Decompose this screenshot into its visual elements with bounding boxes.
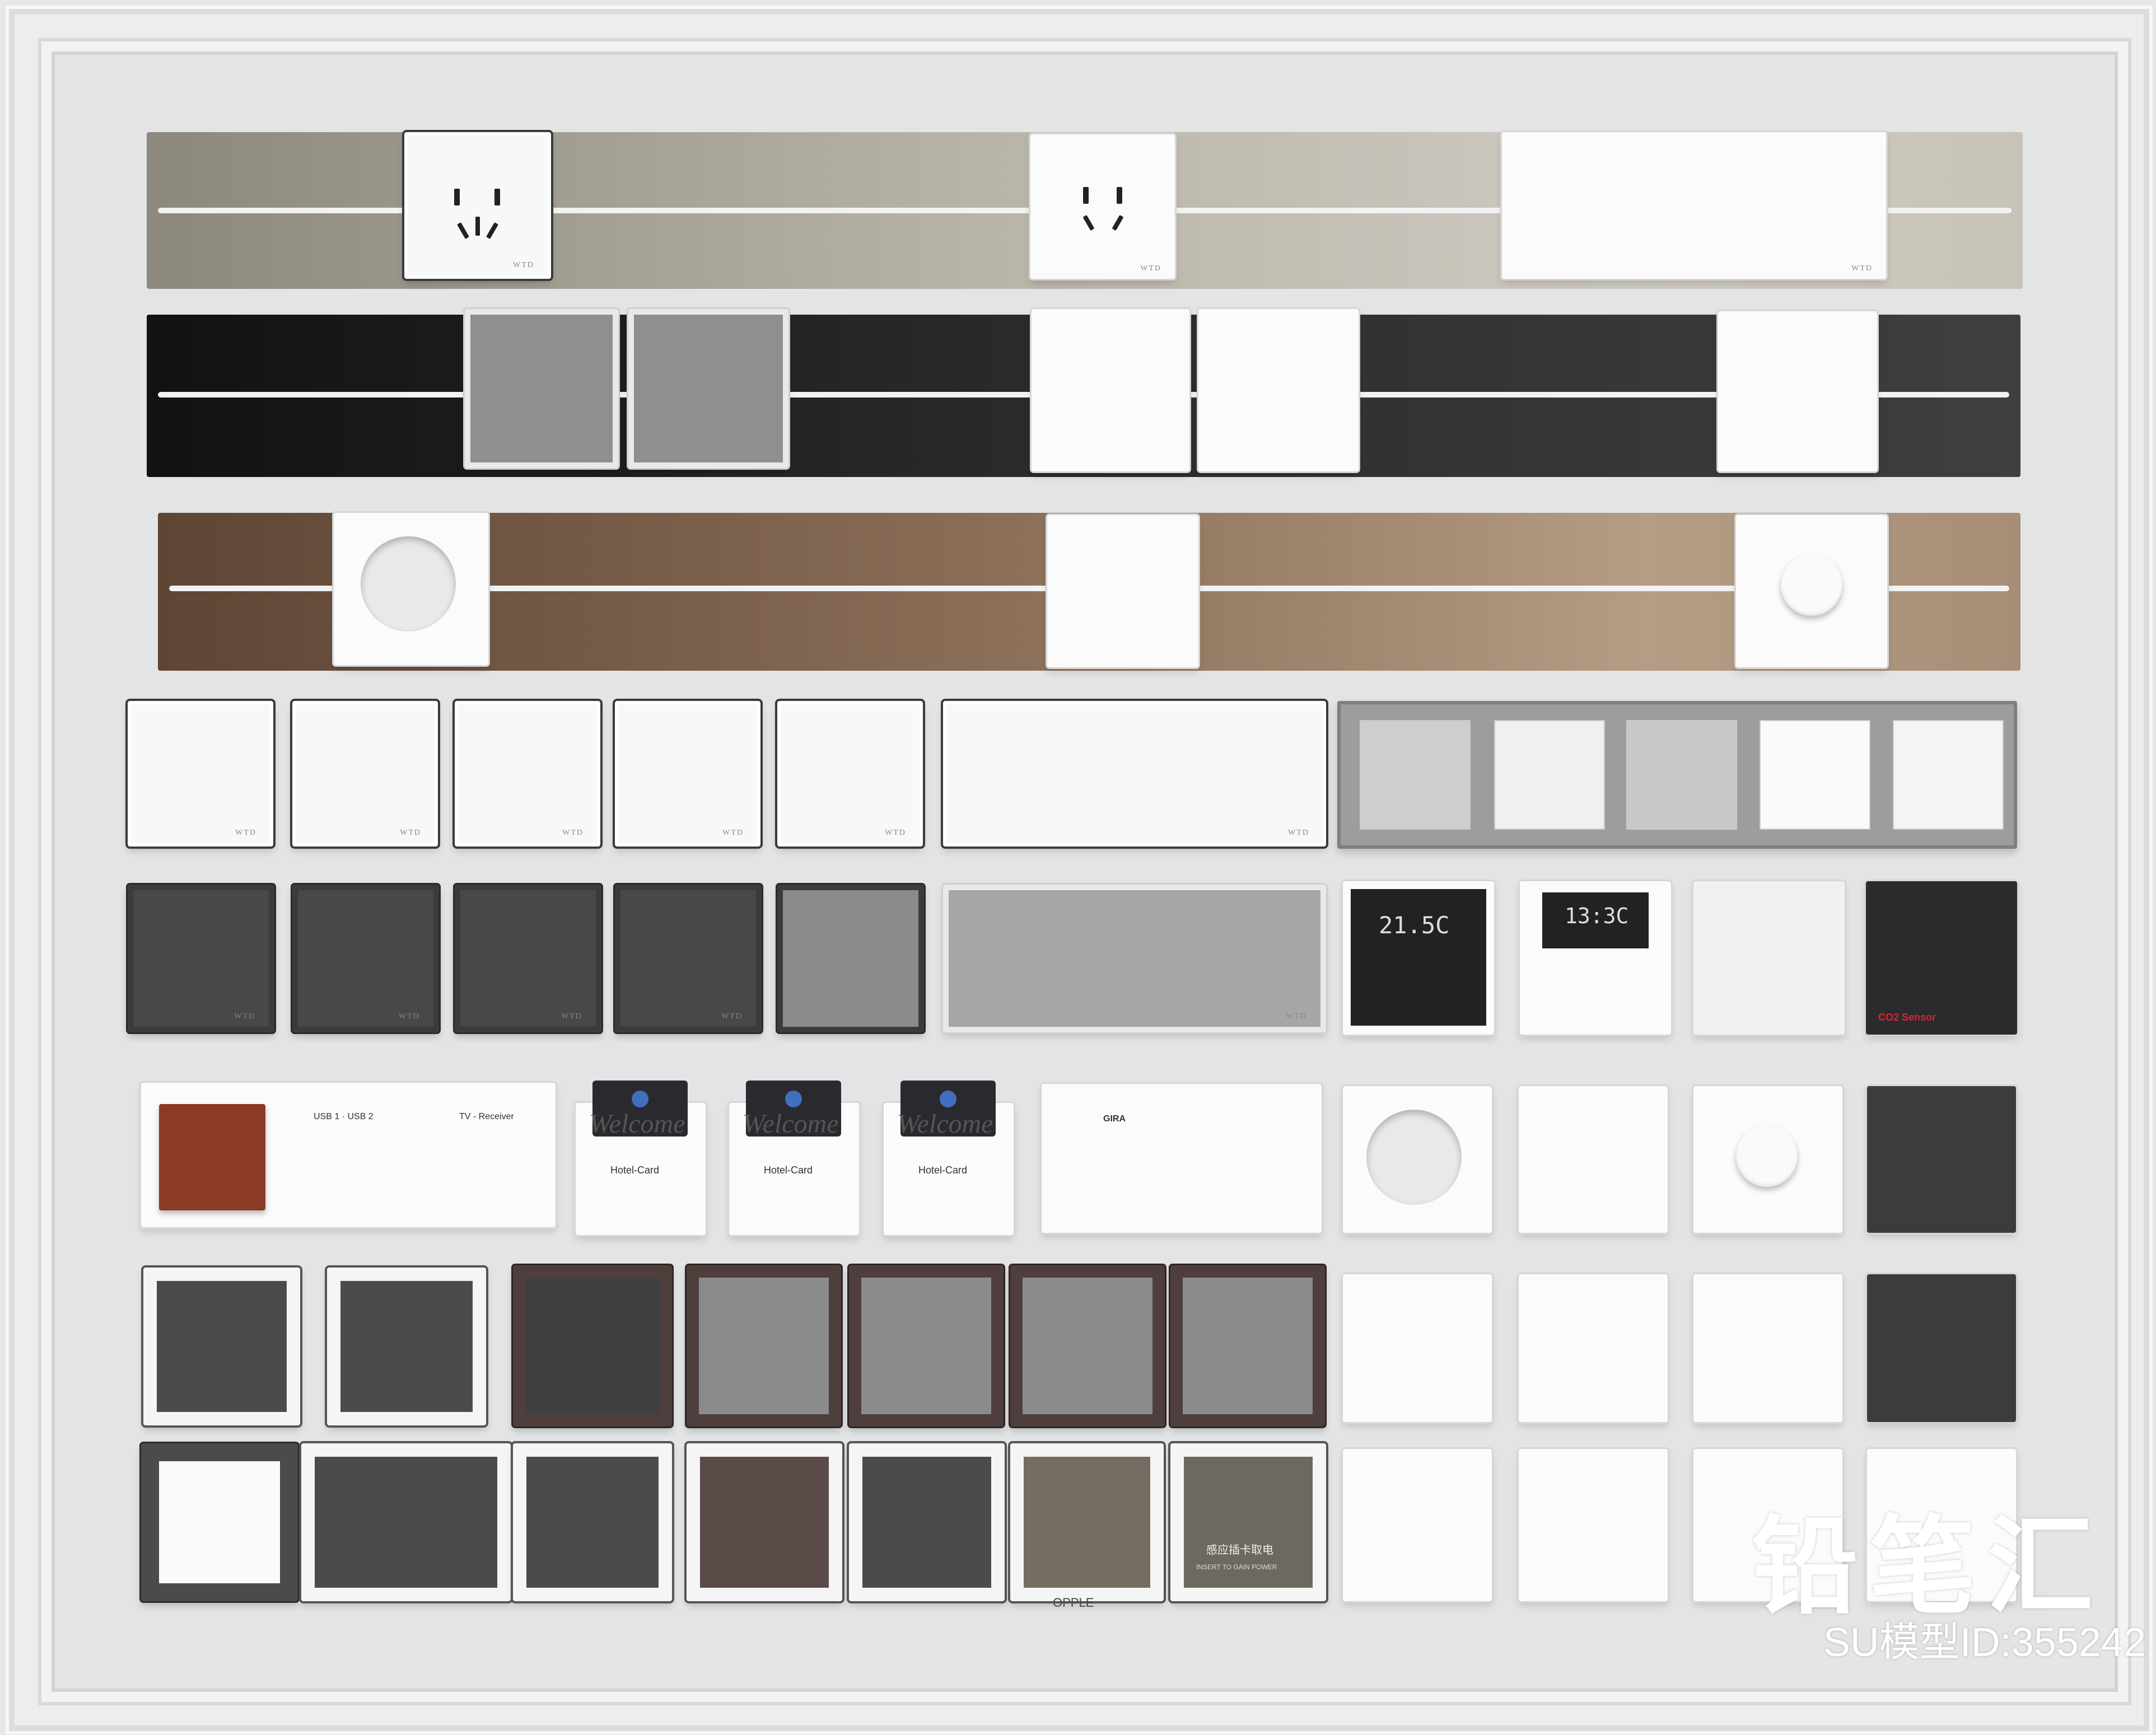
rocker-switch-2 bbox=[1494, 720, 1605, 830]
brand-label: WTD bbox=[884, 1012, 905, 1021]
data-panel-dark: WTD bbox=[128, 885, 274, 1032]
display-board: WTD WTD WTD WTD WTD WTD WTD WTD WTD WTD … bbox=[0, 0, 2156, 1735]
switch-1gang-brown bbox=[1170, 1265, 1325, 1427]
outlet-five-hole-icon bbox=[438, 166, 517, 245]
socket-usb-dark-frame-2 bbox=[849, 1443, 1005, 1601]
schuko-socket-panel-2 bbox=[1343, 1086, 1492, 1233]
display-switch-panel: 13:3C bbox=[1520, 881, 1671, 1035]
brand-label: WTD bbox=[561, 1012, 582, 1021]
tv-label: TV - Receiver bbox=[459, 1112, 514, 1121]
keycard-switch-panel: 感应插卡取电 INSERT TO GAIN POWER bbox=[1170, 1443, 1326, 1601]
socket-usb-dark-frame bbox=[327, 1268, 486, 1425]
socket-usb-white-insert bbox=[141, 1443, 298, 1601]
switch-1gang-white bbox=[1343, 1274, 1492, 1422]
thermostat-display: 21.5C bbox=[1351, 889, 1486, 1026]
brand-label: WTD bbox=[721, 1012, 743, 1021]
hotel-card-holder-2: Welcome Hotel-Card bbox=[729, 1081, 859, 1235]
opple-label: OPPLE bbox=[1053, 1596, 1094, 1610]
socket-panel-grey-wide: WTD bbox=[943, 885, 1326, 1032]
keypad-panel bbox=[1693, 881, 1845, 1035]
socket-panel-4 bbox=[465, 309, 618, 468]
blind-switch-2gang-dark bbox=[1867, 1274, 2016, 1422]
switch-2gang-white bbox=[1519, 1274, 1668, 1422]
schuko-socket-icon bbox=[361, 536, 456, 632]
dimmer-touch-panel bbox=[1760, 720, 1870, 830]
usb-label: USB 1 · USB 2 bbox=[314, 1112, 374, 1121]
socket-panel-2: WTD bbox=[1030, 134, 1175, 279]
welcome-text: Welcome bbox=[897, 1109, 993, 1139]
brand-label: WTD bbox=[1851, 264, 1873, 273]
hotel-card-label: Hotel-Card bbox=[918, 1165, 968, 1176]
brand-label: WTD bbox=[399, 1012, 420, 1021]
socket-switch-combo bbox=[301, 1443, 511, 1601]
brand-label: WTD bbox=[562, 829, 584, 837]
switch-3gang-dark: WTD bbox=[777, 885, 924, 1032]
brand-label: WTD bbox=[1140, 264, 1161, 273]
clock-display: 13:3C bbox=[1542, 892, 1649, 948]
rocker-switch-1 bbox=[1360, 720, 1471, 830]
tv-socket-panel: OPPLE bbox=[1010, 1443, 1164, 1610]
switch-2gang-dark: WTD bbox=[615, 885, 762, 1032]
rj45-copper-panel bbox=[159, 1104, 265, 1210]
socket-usb-panel-2 bbox=[1198, 309, 1359, 471]
socket-panel-w3: WTD bbox=[615, 701, 760, 847]
socket-panel-w2: WTD bbox=[455, 701, 600, 847]
hotel-card-holder-3: Welcome Hotel-Card bbox=[884, 1081, 1014, 1235]
co2-sensor-panel: CO2 Sensor bbox=[1866, 881, 2017, 1035]
uk-socket-panel bbox=[1047, 515, 1198, 667]
usb-socket-panel-dark: WTD bbox=[292, 885, 439, 1032]
switch-3gang-brown bbox=[849, 1265, 1004, 1427]
brand-label: WTD bbox=[1288, 829, 1309, 837]
brand-label: WTD bbox=[235, 829, 256, 837]
brand-label: WTD bbox=[400, 829, 421, 837]
data-phone-panel: WTD bbox=[128, 701, 273, 847]
uk-socket-panel-2 bbox=[1519, 1086, 1668, 1233]
hotel-card-holder-1: Welcome Hotel-Card bbox=[576, 1081, 706, 1235]
outlet-icon bbox=[1072, 176, 1133, 237]
socket-switch-brown bbox=[687, 1443, 842, 1601]
co2-label: CO2 Sensor bbox=[1878, 1012, 1936, 1023]
switch-2gang-brown bbox=[513, 1265, 672, 1427]
switch-2gang-brown-2 bbox=[1010, 1265, 1165, 1427]
schuko-socket-icon bbox=[1366, 1110, 1462, 1205]
dimmer-knob-icon bbox=[1781, 554, 1842, 616]
keycard-subtext: INSERT TO GAIN POWER bbox=[1196, 1563, 1277, 1571]
switch-3gang-white bbox=[1693, 1274, 1842, 1422]
dimmer-panel-1 bbox=[1736, 515, 1887, 667]
dimmer-knob-icon bbox=[1736, 1125, 1798, 1187]
socket-panel-w4: WTD bbox=[777, 701, 923, 847]
dimmer-panel-2 bbox=[1893, 720, 2004, 830]
socket-usb-panel-3 bbox=[1718, 311, 1877, 471]
brand-label: WTD bbox=[722, 829, 744, 837]
socket-panel-1: WTD bbox=[404, 132, 551, 279]
watermark-id: SU模型ID:355242 bbox=[1823, 1620, 2146, 1665]
switch-3gang-white-2 bbox=[1343, 1449, 1492, 1601]
brand-label: WTD bbox=[885, 829, 906, 837]
welcome-text: Welcome bbox=[589, 1109, 685, 1139]
schuko-socket-panel bbox=[334, 513, 488, 665]
socket-dark-frame-2 bbox=[513, 1443, 672, 1601]
welcome-text: Welcome bbox=[743, 1109, 839, 1139]
socket-usb-panel-1 bbox=[628, 309, 788, 468]
socket-dark-frame-1 bbox=[143, 1268, 300, 1425]
switch-6gang-white bbox=[1519, 1449, 1668, 1601]
gira-audio-panel: GIRA bbox=[1042, 1084, 1322, 1233]
brand-label: WTD bbox=[234, 1012, 255, 1021]
socket-panel-5 bbox=[1032, 309, 1189, 471]
usb-socket-panel-w1: WTD bbox=[292, 701, 438, 847]
switch-4gang-brown bbox=[687, 1265, 841, 1427]
thermostat-panel: 21.5C bbox=[1343, 881, 1494, 1035]
hotel-card-label: Hotel-Card bbox=[610, 1165, 660, 1176]
blind-switch-dark bbox=[1867, 1086, 2016, 1233]
dimmer-panel-3 bbox=[1693, 1086, 1842, 1233]
brand-label: WTD bbox=[1286, 1012, 1307, 1021]
gira-label: GIRA bbox=[1103, 1114, 1126, 1124]
socket-panel-w5: WTD bbox=[943, 701, 1326, 847]
socket-panel-3: WTD bbox=[1502, 132, 1886, 279]
hotel-card-label: Hotel-Card bbox=[764, 1165, 813, 1176]
switch-1gang-dark: WTD bbox=[455, 885, 601, 1032]
keycard-text: 感应插卡取电 bbox=[1206, 1543, 1273, 1556]
brand-label: WTD bbox=[513, 261, 534, 269]
rocker-switch-3 bbox=[1626, 720, 1737, 830]
